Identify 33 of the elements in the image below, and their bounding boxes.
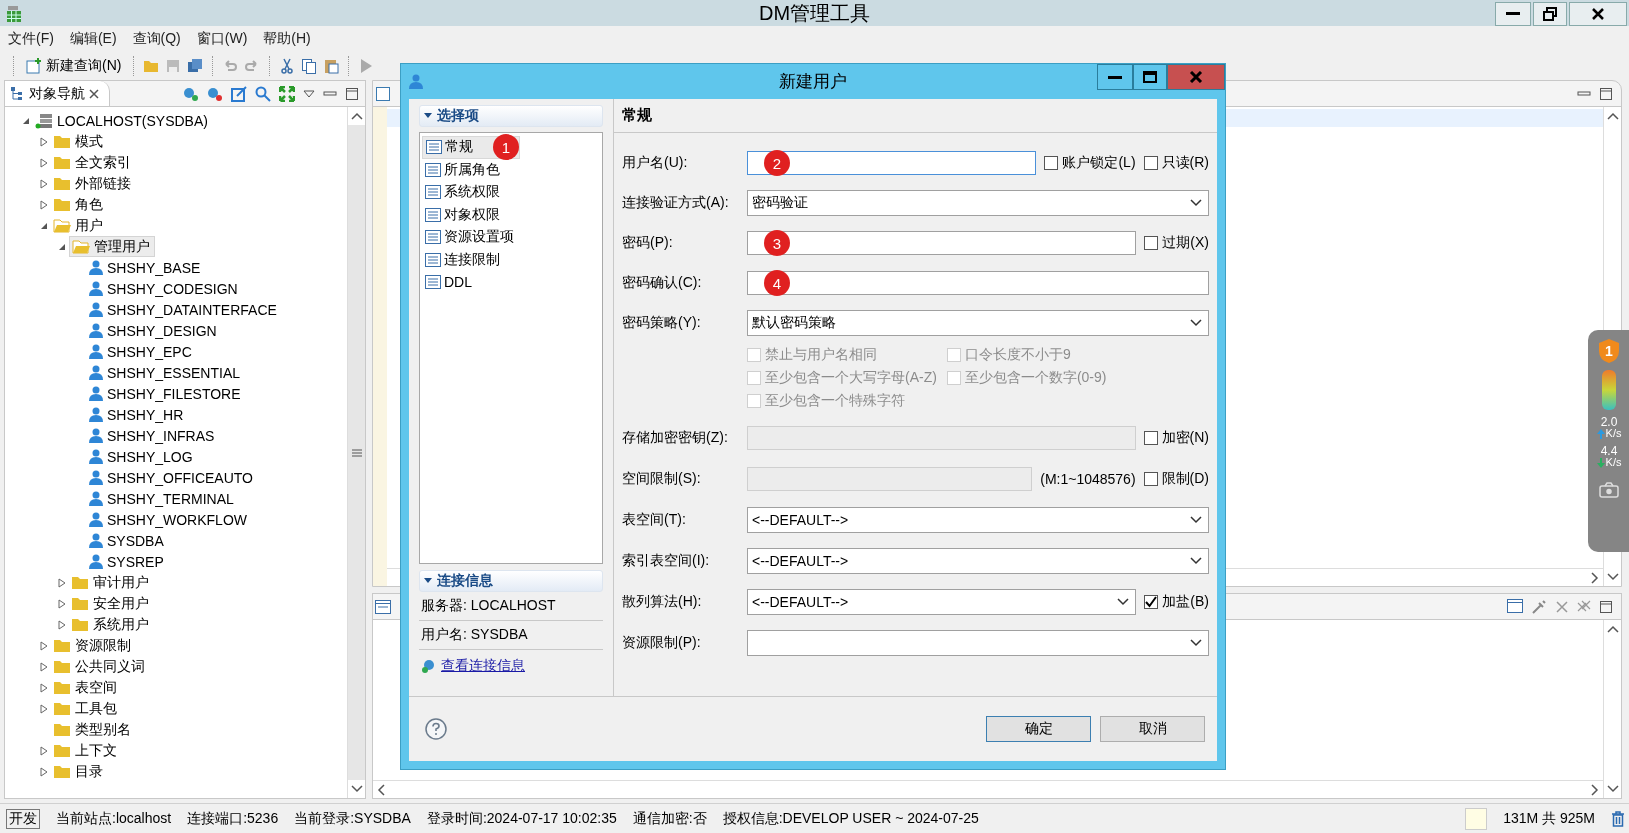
speed-value: 4.4 — [1600, 445, 1618, 457]
section-title: 常规 — [614, 99, 1217, 133]
status-text: 当前站点:localhost — [56, 809, 172, 828]
speed-unit: K/s — [1605, 428, 1622, 439]
info-text: 用户名: SYSDBA — [419, 621, 603, 650]
window-title: DM管理工具 — [758, 1, 871, 26]
number-marker: 4 — [764, 270, 790, 296]
field-label: 连接验证方式(A): — [622, 194, 730, 212]
status-text: 当前登录:SYSDBA — [294, 809, 411, 828]
field-label: 用户名(U): — [622, 154, 689, 172]
field-label: 密码策略(Y): — [622, 314, 702, 332]
number-marker: 3 — [764, 230, 790, 256]
speed-unit: K/s — [1605, 457, 1622, 468]
dialog-title: 新建用户 — [779, 71, 847, 93]
field-label: 表空间(T): — [622, 510, 687, 529]
mode-label: 开发 — [6, 808, 40, 829]
number-marker: 2 — [764, 150, 790, 176]
info-text: 服务器: LOCALHOST — [419, 592, 603, 621]
memory-usage: 131M 共 925M — [1503, 809, 1595, 828]
field-label: 索引表空间(I): — [622, 551, 711, 570]
field-label: 密码(P): — [622, 234, 674, 252]
field-label: 存储加密密钥(Z): — [622, 428, 729, 447]
number-marker: 1 — [493, 134, 519, 161]
speed-value: 2.0 — [1600, 416, 1618, 428]
field-label: 散列算法(H): — [622, 592, 703, 611]
field-label: 资源限制(P): — [622, 633, 702, 652]
status-text: 通信加密:否 — [632, 809, 707, 828]
status-text: 连接端口:5236 — [187, 809, 279, 828]
field-label: 密码确认(C): — [622, 274, 703, 292]
field-label: 空间限制(S): — [622, 469, 702, 488]
status-text: 授权信息:DEVELOP USER ~ 2024-07-25 — [722, 809, 979, 828]
status-text: 登录时间:2024-07-17 10:02:35 — [426, 809, 617, 828]
range-hint: (M:1~1048576) — [1040, 470, 1136, 487]
